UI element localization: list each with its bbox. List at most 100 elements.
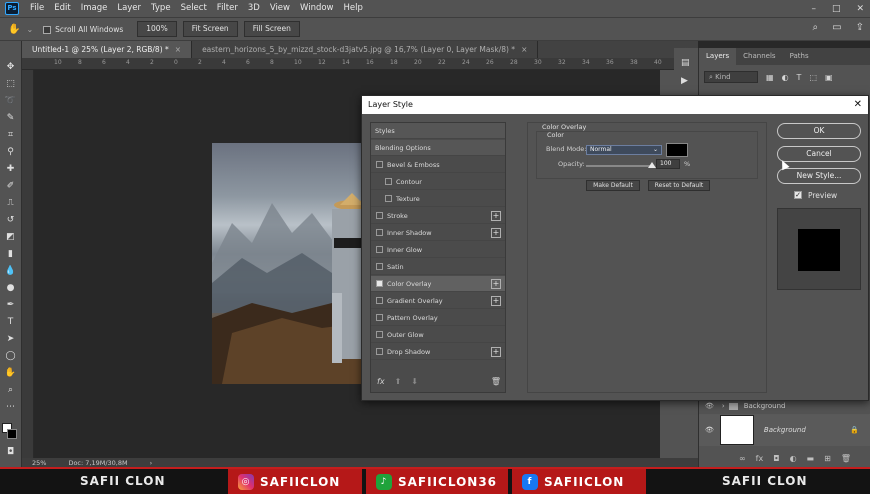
eyedropper-tool-icon[interactable]: ⚲: [4, 146, 17, 158]
close-icon[interactable]: ✕: [856, 4, 864, 14]
checkbox[interactable]: [376, 229, 383, 236]
checkbox[interactable]: [376, 314, 383, 321]
tab-channels[interactable]: Channels: [736, 48, 782, 65]
move-down-icon[interactable]: ⬇: [411, 377, 418, 386]
share-icon[interactable]: ⇪: [856, 22, 864, 33]
shape-filter-icon[interactable]: ⬚: [809, 73, 817, 82]
history-icon[interactable]: ▤: [681, 58, 690, 68]
menu-select[interactable]: Select: [176, 0, 212, 17]
ok-button[interactable]: OK: [777, 123, 861, 139]
style-pattern-overlay[interactable]: Pattern Overlay: [371, 310, 505, 326]
blending-options-item[interactable]: Blending Options: [371, 140, 505, 156]
overlay-color-swatch[interactable]: [666, 143, 688, 157]
clone-stamp-icon[interactable]: ⎍: [4, 197, 17, 209]
zoom-100-button[interactable]: 100%: [137, 21, 177, 37]
opacity-slider-thumb[interactable]: [648, 162, 656, 168]
history-brush-icon[interactable]: ↺: [4, 214, 17, 226]
gradient-tool-icon[interactable]: ▮: [4, 248, 17, 260]
style-texture[interactable]: Texture: [371, 191, 505, 207]
move-up-icon[interactable]: ⬆: [395, 377, 402, 386]
menu-window[interactable]: Window: [295, 0, 339, 17]
preview-checkbox[interactable]: ✓: [794, 191, 802, 199]
eye-icon[interactable]: 👁: [705, 426, 714, 434]
chevron-right-icon[interactable]: ›: [150, 459, 153, 467]
style-inner-shadow[interactable]: Inner Shadow +: [371, 225, 505, 241]
mask-icon[interactable]: ◘: [773, 454, 779, 463]
opacity-slider[interactable]: [586, 165, 652, 167]
style-contour[interactable]: Contour: [371, 174, 505, 190]
style-gradient-overlay[interactable]: Gradient Overlay +: [371, 293, 505, 309]
style-stroke[interactable]: Stroke +: [371, 208, 505, 224]
make-default-button[interactable]: Make Default: [586, 180, 640, 191]
add-icon[interactable]: +: [491, 296, 501, 306]
cancel-button[interactable]: Cancel: [777, 146, 861, 162]
add-icon[interactable]: +: [491, 228, 501, 238]
zoom-tool-icon[interactable]: ⌕: [4, 384, 17, 396]
lock-icon[interactable]: 🔒: [850, 426, 859, 434]
maximize-icon[interactable]: □: [832, 4, 841, 14]
shape-tool-icon[interactable]: ◯: [4, 350, 17, 362]
zoom-level[interactable]: 25%: [32, 459, 46, 467]
adjustment-filter-icon[interactable]: ◐: [782, 73, 789, 82]
play-icon[interactable]: ▶: [681, 76, 688, 86]
checkbox[interactable]: [385, 178, 392, 185]
trash-icon[interactable]: 🗑: [491, 377, 501, 386]
type-tool-icon[interactable]: T: [4, 316, 17, 328]
tab-eastern-horizons[interactable]: eastern_horizons_5_by_mizzd_stock-d3jatv…: [192, 41, 539, 58]
menu-3d[interactable]: 3D: [243, 0, 265, 17]
style-outer-glow[interactable]: Outer Glow: [371, 327, 505, 343]
chevron-down-icon[interactable]: ⌄: [26, 25, 33, 34]
blend-mode-select[interactable]: Normal ⌄: [586, 145, 662, 155]
tab-untitled-1[interactable]: Untitled-1 @ 25% (Layer 2, RGB/8) * ×: [22, 41, 193, 58]
new-style-button[interactable]: New Style...: [777, 168, 861, 184]
add-icon[interactable]: +: [491, 211, 501, 221]
kind-filter-select[interactable]: ⌕ Kind: [704, 71, 758, 83]
dodge-tool-icon[interactable]: ●: [4, 282, 17, 294]
pen-tool-icon[interactable]: ✒: [4, 299, 17, 311]
link-icon[interactable]: ∞: [739, 454, 746, 463]
add-icon[interactable]: +: [491, 347, 501, 357]
menu-file[interactable]: File: [25, 0, 49, 17]
checkbox[interactable]: [376, 246, 383, 253]
menu-edit[interactable]: Edit: [49, 0, 75, 17]
layer-group-row[interactable]: 👁 › Background: [699, 400, 870, 412]
eye-icon[interactable]: 👁: [705, 402, 714, 410]
style-satin[interactable]: Satin: [371, 259, 505, 275]
layer-background-row[interactable]: 👁 Background 🔒: [699, 414, 870, 446]
search-icon[interactable]: ⌕: [813, 22, 819, 33]
close-icon[interactable]: ×: [521, 45, 527, 54]
checkbox[interactable]: [376, 297, 383, 304]
dialog-title-bar[interactable]: Layer Style ✕: [362, 96, 868, 114]
add-icon[interactable]: +: [491, 279, 501, 289]
hand-tool-icon[interactable]: ✋: [8, 24, 20, 35]
fx-icon[interactable]: fx: [377, 377, 385, 386]
checkbox[interactable]: [376, 263, 383, 270]
type-filter-icon[interactable]: T: [797, 73, 802, 82]
document-image[interactable]: [212, 143, 362, 384]
fill-screen-button[interactable]: Fill Screen: [243, 21, 300, 37]
tab-layers[interactable]: Layers: [699, 48, 737, 65]
more-tools-icon[interactable]: ⋯: [4, 401, 17, 413]
style-drop-shadow[interactable]: Drop Shadow +: [371, 344, 505, 360]
quick-select-tool-icon[interactable]: ✎: [4, 112, 17, 124]
menu-view[interactable]: View: [265, 0, 295, 17]
path-select-icon[interactable]: ➤: [4, 333, 17, 345]
styles-header[interactable]: Styles: [371, 123, 505, 139]
smart-object-filter-icon[interactable]: ▣: [825, 73, 833, 82]
opacity-input[interactable]: 100: [656, 159, 680, 169]
checkbox[interactable]: [376, 331, 383, 338]
hand-tool-icon[interactable]: ✋: [4, 367, 17, 379]
checkbox[interactable]: [376, 212, 383, 219]
crop-tool-icon[interactable]: ⌗: [4, 129, 17, 141]
close-icon[interactable]: ×: [175, 45, 181, 54]
fx-icon[interactable]: fx: [756, 454, 764, 463]
adjustment-icon[interactable]: ◐: [790, 454, 797, 463]
checkbox[interactable]: [376, 161, 383, 168]
marquee-tool-icon[interactable]: ⬚: [4, 78, 17, 90]
chevron-right-icon[interactable]: ›: [722, 402, 725, 410]
checkbox-checked[interactable]: [376, 280, 383, 287]
style-inner-glow[interactable]: Inner Glow: [371, 242, 505, 258]
fit-screen-button[interactable]: Fit Screen: [182, 21, 238, 37]
style-bevel-emboss[interactable]: Bevel & Emboss: [371, 157, 505, 173]
new-layer-icon[interactable]: ⊞: [824, 454, 831, 463]
